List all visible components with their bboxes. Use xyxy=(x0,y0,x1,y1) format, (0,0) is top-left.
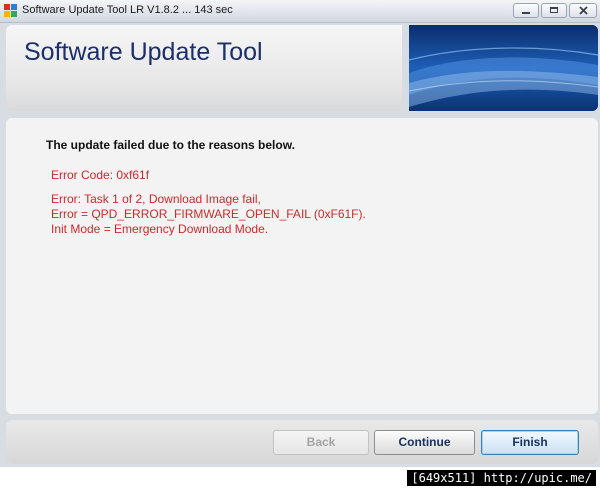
button-bar: Back Continue Finish xyxy=(6,420,598,464)
wave-image xyxy=(409,25,598,111)
maximize-icon xyxy=(550,7,558,13)
error-line: Error: Task 1 of 2, Download Image fail, xyxy=(51,192,261,206)
finish-button[interactable]: Finish xyxy=(481,430,579,455)
error-line: Error = QPD_ERROR_FIRMWARE_OPEN_FAIL (0x… xyxy=(51,207,366,221)
error-line: Init Mode = Emergency Download Mode. xyxy=(51,222,269,236)
header-wave-graphic xyxy=(409,25,598,111)
window-title: Software Update Tool LR V1.8.2 ... 143 s… xyxy=(22,4,233,16)
continue-button[interactable]: Continue xyxy=(374,430,475,455)
minimize-icon xyxy=(522,12,530,14)
failure-heading: The update failed due to the reasons bel… xyxy=(46,138,295,152)
app-icon xyxy=(4,4,17,17)
header-banner: Software Update Tool xyxy=(6,25,402,111)
close-button[interactable] xyxy=(569,3,597,18)
error-details: Error: Task 1 of 2, Download Image fail,… xyxy=(51,192,366,237)
application-window: Software Update Tool LR V1.8.2 ... 143 s… xyxy=(0,0,600,467)
title-bar[interactable]: Software Update Tool LR V1.8.2 ... 143 s… xyxy=(0,0,600,23)
minimize-button[interactable] xyxy=(513,3,539,18)
close-icon xyxy=(578,6,588,15)
message-panel: The update failed due to the reasons bel… xyxy=(6,118,598,414)
watermark-strip: [649x511] http://upic.me/ xyxy=(0,467,600,491)
error-code: Error Code: 0xf61f xyxy=(51,168,150,182)
back-button[interactable]: Back xyxy=(273,430,369,455)
maximize-button[interactable] xyxy=(541,3,567,18)
header-title: Software Update Tool xyxy=(24,38,263,66)
watermark-text: [649x511] http://upic.me/ xyxy=(407,470,596,486)
